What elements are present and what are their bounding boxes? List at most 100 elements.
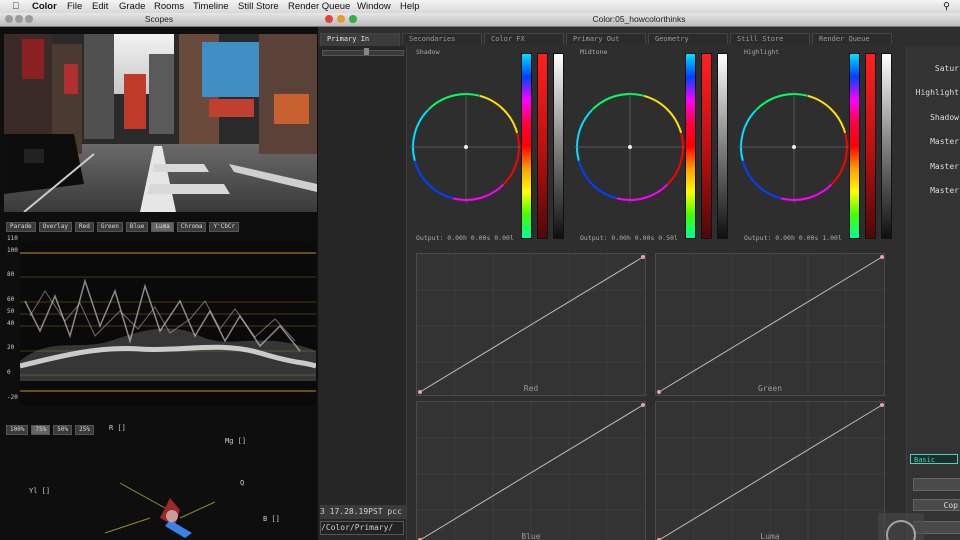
vectorscope-25-button[interactable]: 25% [75, 425, 94, 435]
shadow-sat-label: Shadow [930, 113, 959, 122]
red-curve-label: Red [523, 384, 539, 393]
color-titlebar: Color:05_howcolorthinks [318, 13, 960, 27]
tab-geometry[interactable]: Geometry [648, 33, 728, 44]
master-lift-label: Master [930, 137, 959, 146]
vectorscope-75-button[interactable]: 75% [31, 425, 51, 435]
shadow-wheel-label: Shadow [416, 48, 440, 56]
waveform-red-button[interactable]: Red [74, 222, 94, 232]
minimize-icon[interactable] [15, 15, 23, 23]
strip-slider[interactable] [322, 50, 404, 56]
tab-still-store[interactable]: Still Store [730, 33, 810, 44]
master-gain-label: Master [930, 162, 959, 171]
scopes-window: Scopes Parade Overlay Red Green Blue Lum… [0, 13, 318, 540]
waveform-green-button[interactable]: Green [96, 222, 123, 232]
saturation-label: Satur [934, 64, 959, 73]
basic-tab[interactable]: Basic [910, 454, 958, 464]
minimize-icon[interactable] [337, 15, 345, 23]
menu-bar:  Color File Edit Grade Rooms Timeline S… [0, 0, 960, 14]
menu-timeline[interactable]: Timeline [193, 0, 229, 13]
luma-waveform [20, 241, 316, 406]
waveform-mode-buttons: Parade Overlay Red Green Blue Luma Chrom… [6, 222, 240, 232]
shadow-hue-bar[interactable] [521, 53, 532, 239]
highlight-wheel-label: Highlight [744, 48, 780, 56]
green-curve-graph [656, 254, 884, 395]
waveform-scale-80: 80 [7, 271, 15, 278]
vectorscope-label-q: Q [240, 479, 245, 487]
menu-grade[interactable]: Grade [119, 0, 145, 13]
green-curve[interactable]: Green [655, 253, 885, 396]
vectorscope-label-yl: Yl [] [29, 487, 51, 495]
shadow-color-wheel[interactable] [410, 91, 522, 203]
menu-edit[interactable]: Edit [92, 0, 108, 13]
spotlight-icon[interactable]: ⚲ [943, 0, 950, 13]
menu-help[interactable]: Help [400, 0, 420, 13]
master-gamma-label: Master [930, 186, 959, 195]
apple-icon[interactable]:  [12, 0, 19, 13]
waveform-scale-minus20: -20 [7, 394, 18, 401]
highlight-output: Output: 0.00h 0.00s 1.00l [744, 234, 842, 242]
tab-color-fx[interactable]: Color FX [484, 33, 564, 44]
shadow-saturation-bar[interactable] [537, 53, 548, 239]
color-window: Color:05_howcolorthinks Primary In Secon… [318, 13, 960, 540]
highlight-luminance-bar[interactable] [881, 53, 892, 239]
panel-button-1[interactable] [913, 478, 960, 491]
strip-slider-knob[interactable] [364, 48, 369, 55]
red-curve[interactable]: Red [416, 253, 646, 396]
zoom-icon[interactable] [25, 15, 33, 23]
copy-button[interactable]: Cop [913, 499, 960, 511]
luma-curve[interactable]: Luma [655, 401, 885, 540]
tab-secondaries[interactable]: Secondaries [402, 33, 482, 44]
vectorscope-label-b: B [] [263, 515, 280, 523]
menu-still-store[interactable]: Still Store [238, 0, 279, 13]
menu-window[interactable]: Window [357, 0, 391, 13]
waveform-luma-button[interactable]: Luma [151, 222, 174, 232]
vectorscope-scale-buttons: 100% 75% 50% 25% [6, 425, 94, 435]
vectorscope-50-button[interactable]: 50% [53, 425, 73, 435]
midtone-hue-bar[interactable] [685, 53, 696, 239]
grade-path-field[interactable]: /Color/Primary/ [320, 521, 404, 535]
midtone-wheel-label: Midtone [580, 48, 608, 56]
midtone-color-wheel[interactable] [574, 91, 686, 203]
luma-curve-graph [656, 402, 884, 540]
vectorscope-label-r: R [] [109, 424, 126, 432]
vectorscope [104, 482, 216, 538]
left-strip [318, 46, 407, 540]
menu-rooms[interactable]: Rooms [154, 0, 184, 13]
highlight-sat-label: Highlight [915, 88, 959, 97]
menu-file[interactable]: File [67, 0, 82, 13]
highlight-hue-bar[interactable] [849, 53, 860, 239]
vectorscope-label-mg: Mg [] [225, 437, 247, 445]
waveform-scale-40: 40 [7, 320, 15, 327]
timecode-info: 3 17.28.19PST pcc [320, 505, 406, 519]
waveform-parade-button[interactable]: Parade [6, 222, 36, 232]
waveform-scale-20: 20 [7, 344, 15, 351]
highlight-saturation-bar[interactable] [865, 53, 876, 239]
color-window-title: Color:05_howcolorthinks [592, 14, 686, 24]
waveform-scale-0: 0 [7, 369, 11, 376]
menu-app-name[interactable]: Color [32, 0, 57, 13]
tab-primary-out[interactable]: Primary Out [566, 33, 646, 44]
blue-curve[interactable]: Blue [416, 401, 646, 540]
midtone-luminance-bar[interactable] [717, 53, 728, 239]
highlight-color-wheel[interactable] [738, 91, 850, 203]
green-curve-label: Green [757, 384, 783, 393]
waveform-overlay-button[interactable]: Overlay [38, 222, 72, 232]
menu-render-queue[interactable]: Render Queue [288, 0, 350, 13]
zoom-icon[interactable] [349, 15, 357, 23]
midtone-saturation-bar[interactable] [701, 53, 712, 239]
waveform-blue-button[interactable]: Blue [125, 222, 149, 232]
waveform-scale-100: 100 [7, 247, 18, 254]
tab-primary-in[interactable]: Primary In [320, 33, 400, 46]
close-icon[interactable] [5, 15, 13, 23]
red-curve-graph [417, 254, 645, 395]
tab-render-queue[interactable]: Render Queue [812, 33, 892, 44]
waveform-scale-60: 60 [7, 296, 15, 303]
waveform-scale-110: 110 [7, 235, 18, 242]
close-icon[interactable] [325, 15, 333, 23]
logo-icon [878, 513, 924, 540]
shadow-luminance-bar[interactable] [553, 53, 564, 239]
waveform-chroma-button[interactable]: Chroma [176, 222, 207, 232]
midtone-output: Output: 0.00h 0.00s 0.50l [580, 234, 678, 242]
vectorscope-100-button[interactable]: 100% [6, 425, 29, 435]
waveform-ycbcr-button[interactable]: Y'CbCr [209, 222, 240, 232]
